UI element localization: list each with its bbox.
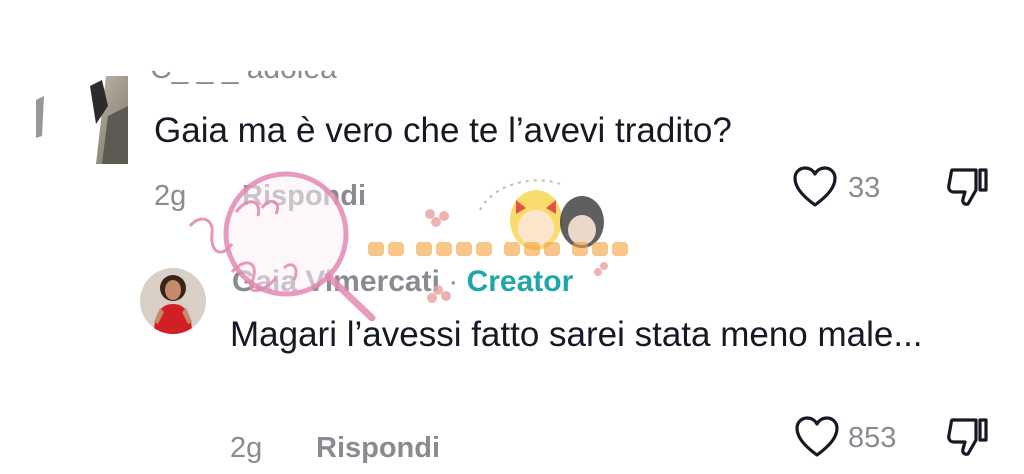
like-count: 33	[848, 172, 881, 204]
comment-time: 2g	[154, 180, 187, 212]
avatar[interactable]	[140, 268, 206, 334]
avatar[interactable]	[36, 76, 128, 164]
reply-button[interactable]: Rispondi	[316, 432, 440, 464]
dislike-icon[interactable]	[946, 416, 990, 458]
reply-username[interactable]: Gaia Vimercati	[232, 265, 440, 298]
heart-icon[interactable]	[794, 416, 840, 458]
reply-button[interactable]: Rispondi	[242, 180, 366, 212]
separator-dot: ·	[448, 265, 459, 298]
reply-author-line: Gaia Vimercati · Creator	[232, 264, 573, 300]
reply-time: 2g	[230, 432, 263, 464]
comment-text: Gaia ma è vero che te l’avevi tradito?	[154, 111, 732, 150]
reply-text: Magari l’avessi fatto sarei stata meno m…	[230, 315, 923, 354]
creator-badge: Creator	[466, 265, 574, 298]
comment-username[interactable]: C_ _ _ adolea	[150, 71, 337, 84]
dislike-icon[interactable]	[946, 166, 990, 208]
like-count: 853	[848, 422, 897, 454]
comments-screen: C_ _ _ adolea Gaia ma è vero che te l’av…	[0, 0, 1024, 474]
heart-icon[interactable]	[792, 166, 838, 208]
